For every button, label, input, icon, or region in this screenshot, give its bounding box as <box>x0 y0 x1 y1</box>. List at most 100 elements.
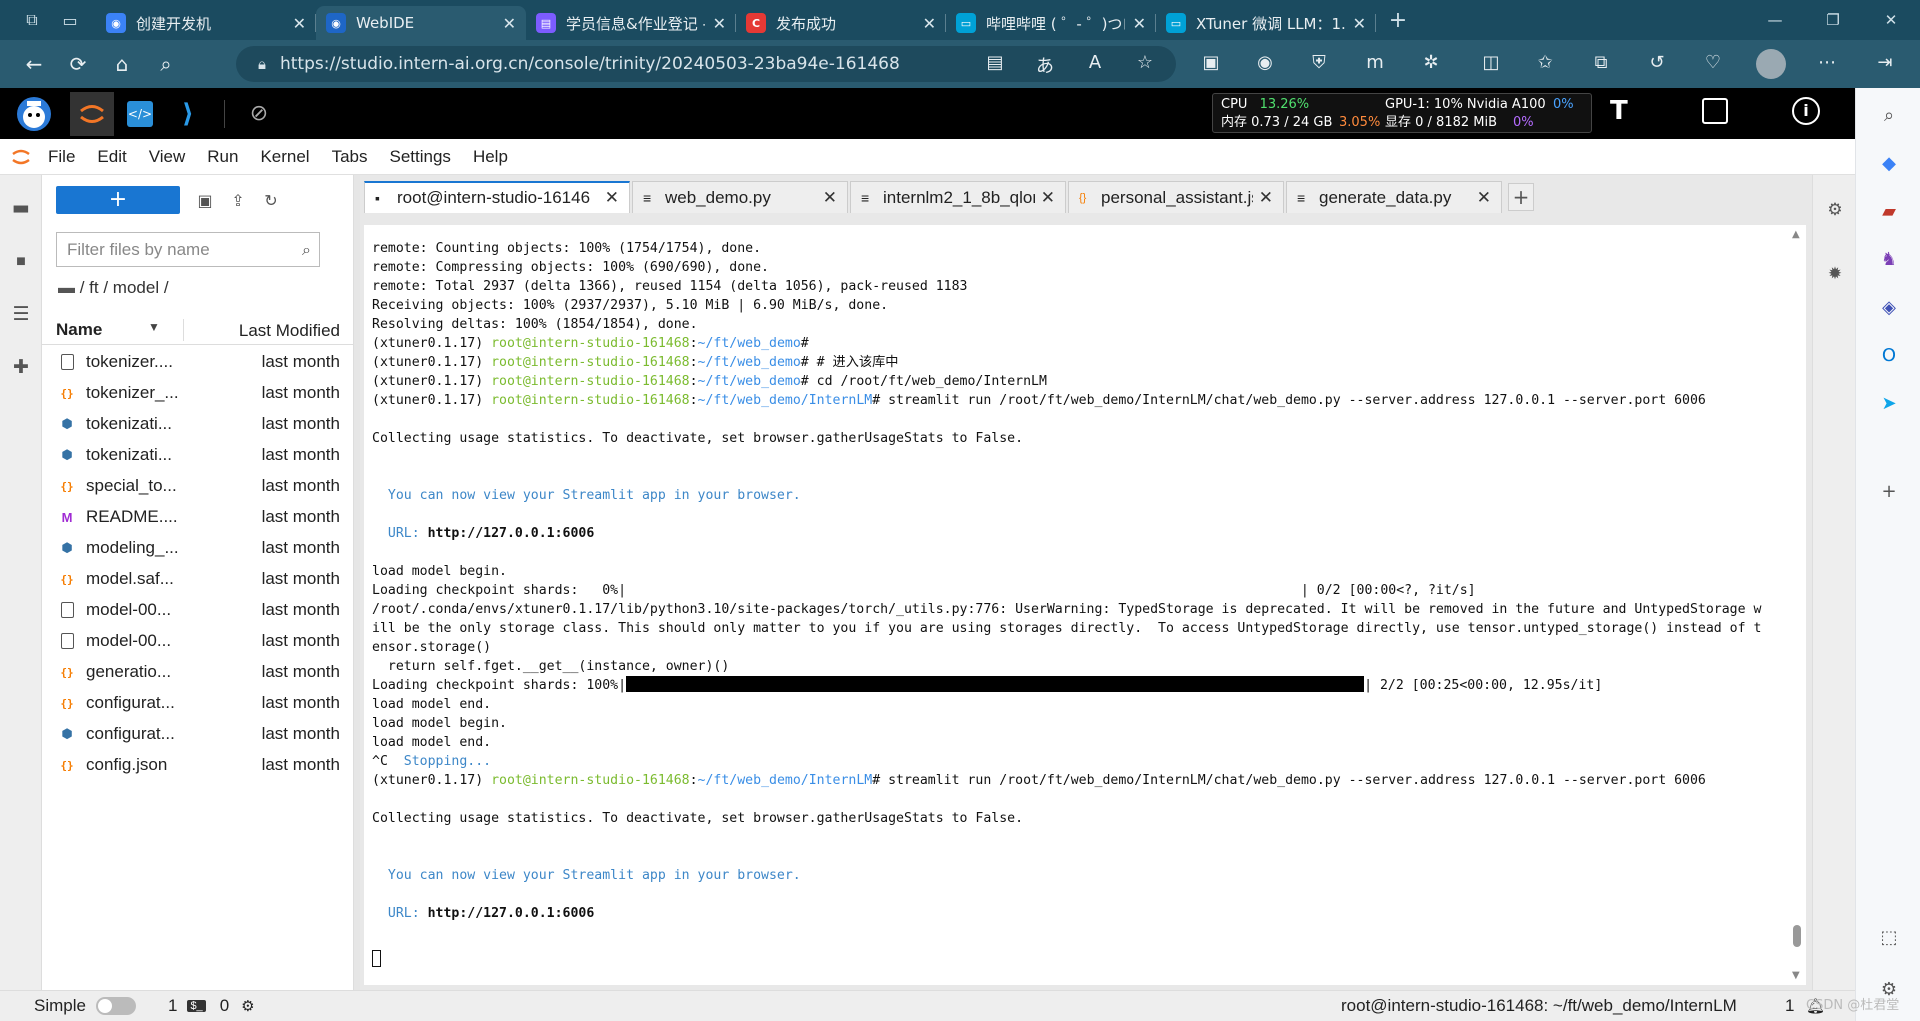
file-row[interactable]: model-00... last month <box>42 595 354 626</box>
edge-outlook-icon[interactable]: O <box>1876 342 1902 368</box>
breadcrumb-path[interactable]: / ft / model / <box>80 278 169 297</box>
doc-tab-close-icon[interactable]: ✕ <box>1041 188 1055 208</box>
file-row[interactable]: {} generatio... last month <box>42 657 354 688</box>
shield-icon[interactable]: ⛨ <box>1306 52 1332 73</box>
collections-icon[interactable]: ⧉ <box>1588 52 1614 73</box>
edge-add-icon[interactable]: + <box>1876 478 1902 504</box>
tab-actions-icon[interactable]: ▭ <box>56 6 84 34</box>
column-last-modified[interactable]: Last Modified <box>239 321 340 341</box>
browser-tab[interactable]: ▭ 哔哩哔哩 ( ゜- ゜)つロ 干杯 ✕ <box>946 6 1156 40</box>
filter-input[interactable] <box>57 234 303 265</box>
jupyter-icon[interactable] <box>70 91 114 136</box>
tab-close-icon[interactable]: ✕ <box>293 14 306 33</box>
terminal[interactable]: remote: Counting objects: 100% (1754/175… <box>364 225 1806 985</box>
file-row[interactable]: {} tokenizer_... last month <box>42 378 354 409</box>
new-folder-icon[interactable]: ▣ <box>192 187 218 213</box>
tab-close-icon[interactable]: ✕ <box>1133 14 1146 33</box>
file-row[interactable]: {} model.saf... last month <box>42 564 354 595</box>
browser-tab[interactable]: ▤ 学员信息&作业登记 - 飞书 ✕ <box>526 6 736 40</box>
home-icon[interactable]: ⌂ <box>100 44 144 84</box>
back-icon[interactable]: ← <box>12 44 56 84</box>
tab-close-icon[interactable]: ✕ <box>1353 14 1366 33</box>
intern-logo-icon[interactable] <box>12 92 56 136</box>
extension-puzzle-icon[interactable]: ✚ <box>8 354 34 380</box>
code-editor-icon[interactable]: </> <box>118 92 162 136</box>
url-value[interactable]: http://127.0.0.1:6006 <box>428 526 595 541</box>
file-row[interactable]: model-00... last month <box>42 626 354 657</box>
tab-close-icon[interactable]: ✕ <box>923 14 936 33</box>
kernel-gear-icon[interactable]: ⚙ <box>241 997 254 1015</box>
column-name[interactable]: Name <box>56 320 102 340</box>
extension-icon-2[interactable]: ◉ <box>1252 52 1278 73</box>
doc-tab[interactable]: ≡ internlm2_1_8b_qlora_alpa ✕ <box>850 181 1066 213</box>
file-row[interactable]: {} special_to... last month <box>42 471 354 502</box>
menu-run[interactable]: Run <box>201 147 244 167</box>
scroll-up-icon[interactable]: ▲ <box>1792 229 1800 240</box>
read-aloud-icon[interactable]: A <box>1082 52 1108 73</box>
doc-tab[interactable]: ▪ root@intern-studio-16146 ✕ <box>364 181 630 213</box>
file-row[interactable]: {} config.json last month <box>42 750 354 781</box>
favorite-star-icon[interactable]: ☆ <box>1132 52 1158 73</box>
monitor-icon[interactable] <box>1702 98 1728 124</box>
doc-tab[interactable]: ≡ web_demo.py ✕ <box>632 181 848 213</box>
refresh-files-icon[interactable]: ↻ <box>258 187 284 213</box>
scroll-down-icon[interactable]: ▼ <box>1792 970 1800 981</box>
lock-icon[interactable]: 🔒︎ <box>258 55 266 73</box>
menu-help[interactable]: Help <box>467 147 514 167</box>
tab-close-icon[interactable]: ✕ <box>713 14 726 33</box>
folder-icon[interactable]: ▬ <box>8 195 34 221</box>
file-row[interactable]: M README.... last month <box>42 502 354 533</box>
file-row[interactable]: {} configurat... last month <box>42 688 354 719</box>
info-icon[interactable]: i <box>1792 97 1820 125</box>
scroll-thumb[interactable] <box>1793 925 1801 947</box>
new-tab-icon[interactable]: + <box>1384 6 1412 34</box>
menu-settings[interactable]: Settings <box>384 147 457 167</box>
workspaces-icon[interactable]: ⧉ <box>18 6 46 34</box>
browser-tab[interactable]: ◉ 创建开发机 ✕ <box>96 6 316 40</box>
sort-caret-icon[interactable]: ▼ <box>148 320 160 334</box>
doc-tab[interactable]: {} personal_assistant.json ✕ <box>1068 181 1284 213</box>
menu-tabs[interactable]: Tabs <box>326 147 374 167</box>
menu-kernel[interactable]: Kernel <box>254 147 315 167</box>
file-row[interactable]: tokenizer.... last month <box>42 347 354 378</box>
extension-m-icon[interactable]: m <box>1362 52 1388 73</box>
column-divider[interactable] <box>183 319 184 341</box>
search-icon[interactable]: ⌕ <box>144 44 188 84</box>
compass-icon[interactable]: ⊘ <box>237 92 281 136</box>
doc-tab[interactable]: ≡ generate_data.py ✕ <box>1286 181 1502 213</box>
running-stop-icon[interactable]: ⏹ <box>8 248 34 274</box>
doc-tab-close-icon[interactable]: ✕ <box>605 188 619 208</box>
menu-view[interactable]: View <box>143 147 192 167</box>
menu-file[interactable]: File <box>42 147 81 167</box>
menu-edit[interactable]: Edit <box>91 147 132 167</box>
performance-icon[interactable]: ♡ <box>1700 52 1726 73</box>
extension-icon-1[interactable]: ▣ <box>1198 52 1224 73</box>
edge-briefcase-icon[interactable]: ▰ <box>1876 198 1902 224</box>
file-row[interactable]: ⬢ modeling_... last month <box>42 533 354 564</box>
doc-tab-close-icon[interactable]: ✕ <box>823 188 837 208</box>
edge-tag-icon[interactable]: ◆ <box>1876 150 1902 176</box>
history-icon[interactable]: ↺ <box>1644 52 1670 73</box>
tab-close-icon[interactable]: ✕ <box>503 14 516 33</box>
edge-screenshot-icon[interactable]: ⬚ <box>1876 924 1902 950</box>
terminal-status-icon[interactable]: $_ <box>187 1000 206 1012</box>
split-screen-icon[interactable]: ◫ <box>1478 52 1504 73</box>
browser-tab[interactable]: ◉ WebIDE ✕ <box>316 6 526 40</box>
property-inspector-icon[interactable]: ⚙ <box>1822 197 1848 223</box>
edge-search-icon[interactable]: ⌕ <box>1876 102 1902 128</box>
tensorflow-icon[interactable]: T <box>1610 96 1628 126</box>
browser-tab[interactable]: C 发布成功 ✕ <box>736 6 946 40</box>
url-value[interactable]: http://127.0.0.1:6006 <box>428 906 595 921</box>
folder-icon[interactable]: ▬ <box>58 278 75 297</box>
simple-mode-toggle[interactable] <box>95 997 136 1015</box>
kernels-count[interactable]: 1 <box>168 996 177 1016</box>
vscode-icon[interactable]: ⟩ <box>166 92 210 136</box>
file-row[interactable]: ⬢ tokenizati... last month <box>42 409 354 440</box>
translate-icon[interactable]: あ <box>1032 52 1058 78</box>
profile-avatar-icon[interactable] <box>1756 49 1786 79</box>
doc-tab-close-icon[interactable]: ✕ <box>1259 188 1273 208</box>
upload-icon[interactable]: ⇪ <box>225 187 251 213</box>
terminals-count[interactable]: 0 <box>220 996 229 1016</box>
doc-tab-close-icon[interactable]: ✕ <box>1477 188 1491 208</box>
more-icon[interactable]: ⋯ <box>1814 52 1840 73</box>
